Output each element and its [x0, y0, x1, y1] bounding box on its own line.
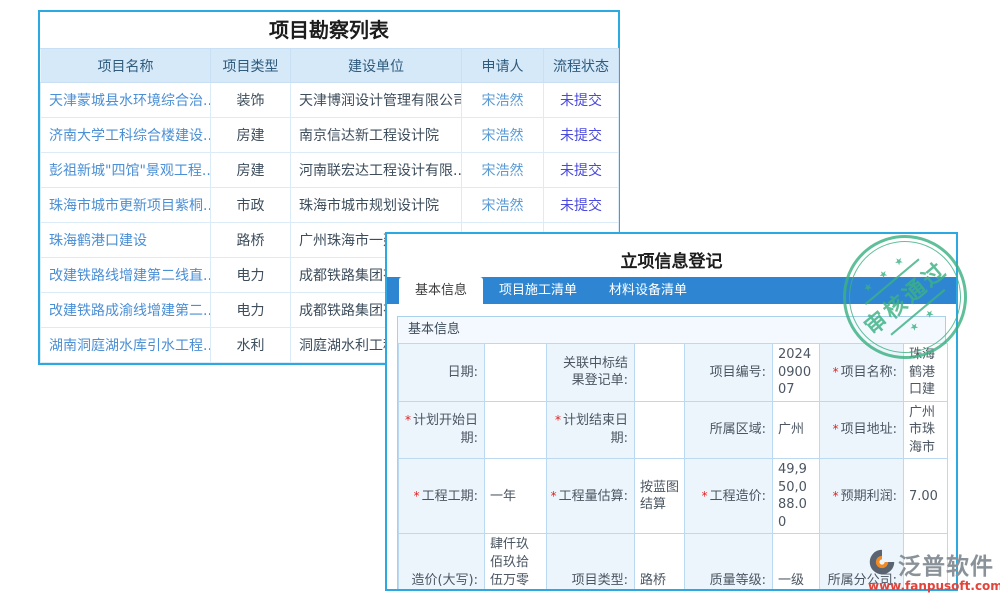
required-mark: * [555, 413, 561, 427]
vendor-logo: 泛普软件 www.fanpusoft.com [868, 547, 998, 593]
applicant[interactable]: 宋浩然 [462, 83, 544, 118]
table-row: 彭祖新城"四馆"景观工程... 房建 河南联宏达工程设计有限... 宋浩然 未提… [41, 153, 619, 188]
table-row: 济南大学工科综合楼建设... 房建 南京信达新工程设计院 宋浩然 未提交 [41, 118, 619, 153]
basic-info-panel: 基本信息 日期: 关联中标结果登记单: 项目编号: 2024090007 *项目… [397, 316, 946, 591]
col-header-applicant: 申请人 [462, 49, 544, 83]
required-mark: * [414, 489, 420, 503]
quantity-estimate-label: *工程量估算: [547, 459, 635, 534]
quantity-estimate-field[interactable]: 按蓝图结算 [635, 459, 685, 534]
required-mark: * [833, 365, 839, 379]
cost-in-words-label: 造价(大写): [399, 534, 485, 591]
table-row: 天津蒙城县水环境综合治... 装饰 天津博润设计管理有限公司 宋浩然 未提交 [41, 83, 619, 118]
related-bid-result-label: 关联中标结果登记单: [547, 344, 635, 402]
date-field[interactable] [485, 344, 547, 402]
flow-status[interactable]: 未提交 [544, 153, 619, 188]
build-unit: 南京信达新工程设计院 [291, 118, 462, 153]
table-row: 珠海市城市更新项目紫桐... 市政 珠海市城市规划设计院 宋浩然 未提交 [41, 188, 619, 223]
project-type: 水利 [211, 328, 291, 363]
project-name-link[interactable]: 济南大学工科综合楼建设... [41, 118, 211, 153]
col-header-flow-status: 流程状态 [544, 49, 619, 83]
project-address-field[interactable]: 广州市珠海市 [904, 401, 948, 459]
required-mark: * [833, 422, 839, 436]
build-unit: 珠海市城市规划设计院 [291, 188, 462, 223]
form-title: 立项信息登记 [387, 234, 956, 271]
tab-construction-list[interactable]: 项目施工清单 [483, 277, 593, 304]
required-mark: * [702, 489, 708, 503]
plan-start-date-label: *计划开始日期: [399, 401, 485, 459]
duration-label: *工程工期: [399, 459, 485, 534]
cost-in-words-field[interactable]: 肆仟玖佰玖拾伍万零捌拾捌元整 [485, 534, 547, 591]
applicant[interactable]: 宋浩然 [462, 118, 544, 153]
form-tab-bar: 基本信息 项目施工清单 材料设备清单 [387, 277, 956, 304]
applicant[interactable]: 宋浩然 [462, 153, 544, 188]
col-header-project-name: 项目名称 [41, 49, 211, 83]
region-label: 所属区域: [685, 401, 773, 459]
project-name-link[interactable]: 珠海市城市更新项目紫桐... [41, 188, 211, 223]
project-cost-field[interactable]: 49,950,088.00 [773, 459, 820, 534]
plan-end-date-label: *计划结束日期: [547, 401, 635, 459]
region-field[interactable]: 广州 [773, 401, 820, 459]
required-mark: * [405, 413, 411, 427]
survey-header-row: 项目名称 项目类型 建设单位 申请人 流程状态 [41, 49, 619, 83]
build-unit: 河南联宏达工程设计有限... [291, 153, 462, 188]
expected-profit-label: *预期利润: [820, 459, 904, 534]
fanpu-logo-icon [868, 548, 896, 580]
project-address-label: *项目地址: [820, 401, 904, 459]
project-name-link[interactable]: 改建铁路线增建第二线直... [41, 258, 211, 293]
project-type: 电力 [211, 258, 291, 293]
survey-list-title: 项目勘察列表 [40, 12, 618, 48]
quality-grade-field[interactable]: 一级 [773, 534, 820, 591]
section-title-basic-info: 基本信息 [398, 317, 945, 343]
project-name-link[interactable]: 湖南洞庭湖水库引水工程... [41, 328, 211, 363]
project-name-field[interactable]: 珠海鹤港口建 [904, 344, 948, 402]
quality-grade-label: 质量等级: [685, 534, 773, 591]
duration-field[interactable]: 一年 [485, 459, 547, 534]
related-bid-result-field[interactable] [635, 344, 685, 402]
registration-form-window: 立项信息登记 基本信息 项目施工清单 材料设备清单 基本信息 日期: 关联中标结… [385, 232, 958, 591]
col-header-project-type: 项目类型 [211, 49, 291, 83]
project-type: 房建 [211, 153, 291, 188]
project-name-link[interactable]: 改建铁路成渝线增建第二... [41, 293, 211, 328]
plan-end-date-field[interactable] [635, 401, 685, 459]
project-name-link[interactable]: 彭祖新城"四馆"景观工程... [41, 153, 211, 188]
project-type: 房建 [211, 118, 291, 153]
expected-profit-field[interactable]: 7.00 [904, 459, 948, 534]
project-cost-label: *工程造价: [685, 459, 773, 534]
required-mark: * [833, 489, 839, 503]
required-mark: * [551, 489, 557, 503]
project-type: 路桥 [211, 223, 291, 258]
flow-status[interactable]: 未提交 [544, 83, 619, 118]
project-no-field[interactable]: 2024090007 [773, 344, 820, 402]
plan-start-date-field[interactable] [485, 401, 547, 459]
project-type: 装饰 [211, 83, 291, 118]
flow-status[interactable]: 未提交 [544, 188, 619, 223]
basic-info-table: 日期: 关联中标结果登记单: 项目编号: 2024090007 *项目名称: 珠… [398, 343, 948, 591]
tab-material-equipment-list[interactable]: 材料设备清单 [593, 277, 703, 304]
project-type-field[interactable]: 路桥 [635, 534, 685, 591]
col-header-build-unit: 建设单位 [291, 49, 462, 83]
project-name-link[interactable]: 天津蒙城县水环境综合治... [41, 83, 211, 118]
vendor-url[interactable]: www.fanpusoft.com [868, 579, 998, 593]
date-label: 日期: [399, 344, 485, 402]
build-unit: 天津博润设计管理有限公司 [291, 83, 462, 118]
project-name-label: *项目名称: [820, 344, 904, 402]
project-name-link[interactable]: 珠海鹤港口建设 [41, 223, 211, 258]
vendor-name: 泛普软件 [898, 547, 994, 581]
project-no-label: 项目编号: [685, 344, 773, 402]
flow-status[interactable]: 未提交 [544, 118, 619, 153]
tab-basic-info[interactable]: 基本信息 [399, 277, 483, 304]
project-type: 市政 [211, 188, 291, 223]
applicant[interactable]: 宋浩然 [462, 188, 544, 223]
project-type: 电力 [211, 293, 291, 328]
project-type-label: 项目类型: [547, 534, 635, 591]
